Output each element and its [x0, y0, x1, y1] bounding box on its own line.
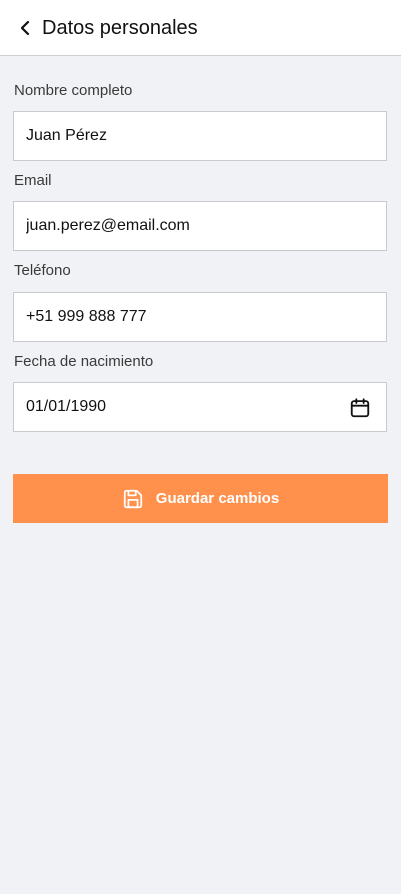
birthdate-input[interactable] — [14, 383, 386, 431]
birthdate-field-box — [13, 382, 387, 432]
app-header: Datos personales — [0, 0, 401, 56]
phone-label: Teléfono — [14, 262, 71, 279]
calendar-button[interactable] — [348, 396, 372, 420]
back-button[interactable] — [12, 14, 40, 42]
phone-field-box — [13, 292, 387, 342]
email-field-box — [13, 201, 387, 251]
chevron-left-icon — [20, 20, 30, 36]
page-title: Datos personales — [42, 17, 198, 39]
full-name-label: Nombre completo — [14, 82, 133, 99]
email-label: Email — [14, 172, 52, 189]
full-name-input[interactable] — [14, 112, 386, 160]
save-button[interactable]: Guardar cambios — [13, 474, 388, 523]
save-button-label: Guardar cambios — [155, 490, 280, 507]
calendar-icon — [350, 398, 370, 418]
full-name-field-box — [13, 111, 387, 161]
birthdate-label: Fecha de nacimiento — [14, 353, 154, 370]
email-input[interactable] — [14, 202, 386, 250]
floppy-disk-icon — [122, 488, 144, 510]
phone-input[interactable] — [14, 293, 386, 341]
